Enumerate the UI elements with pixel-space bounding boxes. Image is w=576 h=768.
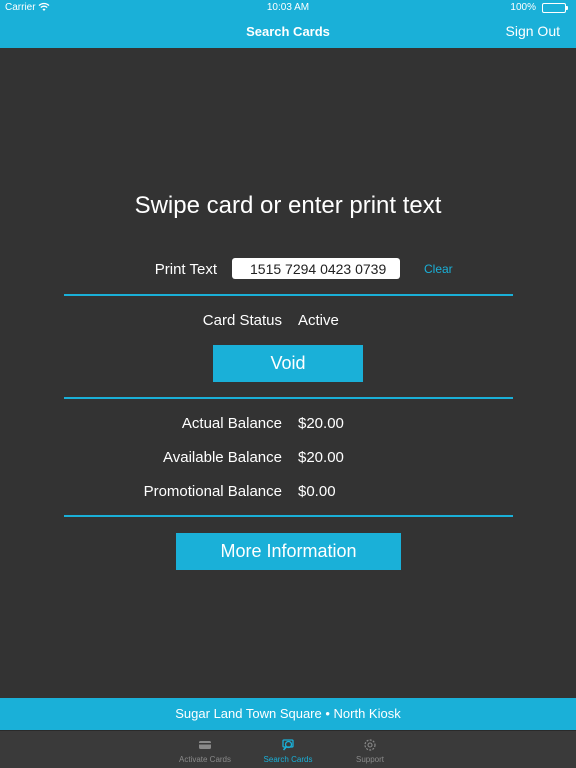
divider	[64, 397, 513, 399]
card-status-value: Active	[298, 312, 339, 329]
available-balance-value: $20.00	[298, 449, 344, 466]
gear-icon	[364, 739, 376, 751]
available-balance-label: Available Balance	[163, 449, 282, 466]
divider	[64, 294, 513, 296]
navigation-bar: Search Cards Sign Out	[0, 16, 576, 48]
more-information-button[interactable]: More Information	[176, 533, 401, 570]
location-banner: Sugar Land Town Square • North Kiosk	[0, 698, 576, 730]
card-icon	[199, 741, 211, 749]
actual-balance-value: $20.00	[298, 415, 344, 432]
promotional-balance-value: $0.00	[298, 483, 336, 500]
card-status-label: Card Status	[202, 312, 282, 329]
battery-icon	[542, 3, 568, 13]
divider	[64, 515, 513, 517]
swipe-prompt: Swipe card or enter print text	[134, 192, 442, 219]
void-button[interactable]: Void	[213, 345, 363, 382]
promotional-balance-label: Promotional Balance	[143, 483, 282, 500]
status-time: 10:03 AM	[266, 2, 310, 13]
tab-label: Support	[355, 755, 385, 764]
sign-out-button[interactable]: Sign Out	[506, 23, 560, 39]
tab-label: Activate Cards	[178, 755, 232, 764]
tab-support[interactable]: Support	[325, 731, 415, 768]
print-text-input[interactable]	[232, 258, 400, 279]
tab-activate-cards[interactable]: Activate Cards	[160, 731, 250, 768]
print-text-label: Print Text	[154, 261, 217, 278]
tab-bar: Activate Cards Search Cards Support	[0, 730, 576, 768]
tab-search-cards[interactable]: Search Cards	[243, 731, 333, 768]
page-title: Search Cards	[246, 24, 330, 39]
search-card-icon	[282, 739, 294, 751]
battery-percent: 100%	[510, 2, 536, 13]
actual-balance-label: Actual Balance	[181, 415, 282, 432]
status-bar: Carrier 10:03 AM 100%	[0, 0, 576, 16]
clear-button[interactable]: Clear	[424, 262, 453, 276]
tab-label: Search Cards	[263, 755, 313, 764]
